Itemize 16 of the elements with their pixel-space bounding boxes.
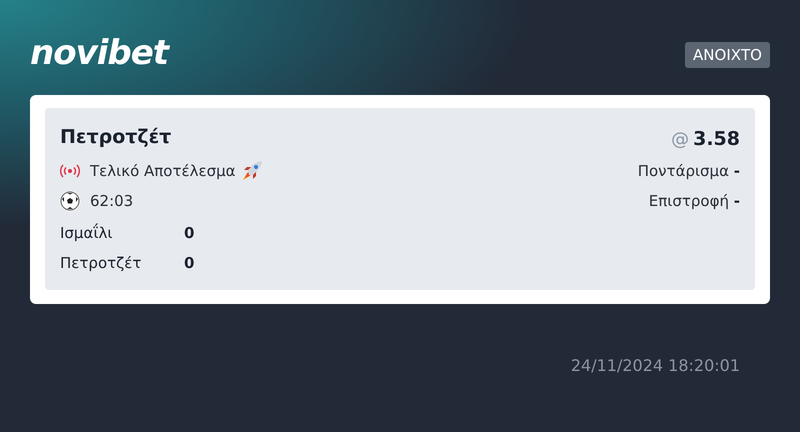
team-score: 0: [184, 254, 194, 272]
match-time: 62:03: [90, 192, 134, 210]
team-name: Ισμαΐλι: [60, 224, 114, 242]
brand-logo: novibet: [30, 36, 168, 70]
status-badge: ΑΝΟΙΧΤΟ: [685, 42, 770, 68]
soccer-ball-icon: [60, 191, 80, 211]
timestamp: 24/11/2024 18:20:01: [570, 356, 740, 375]
selection-name: Πετροτζέτ: [60, 125, 172, 150]
odds-prefix: @: [671, 128, 690, 150]
market-name: Τελικό Αποτέλεσμα: [90, 162, 236, 180]
bet-detail: Ποντάρισμα -: [638, 162, 740, 180]
bet-detail: Επιστροφή -: [648, 192, 740, 210]
odds-value: 3.58: [693, 128, 740, 150]
team-score: 0: [184, 224, 194, 242]
team-name: Πετροτζέτ: [60, 254, 142, 272]
live-broadcast-icon: [60, 164, 80, 178]
